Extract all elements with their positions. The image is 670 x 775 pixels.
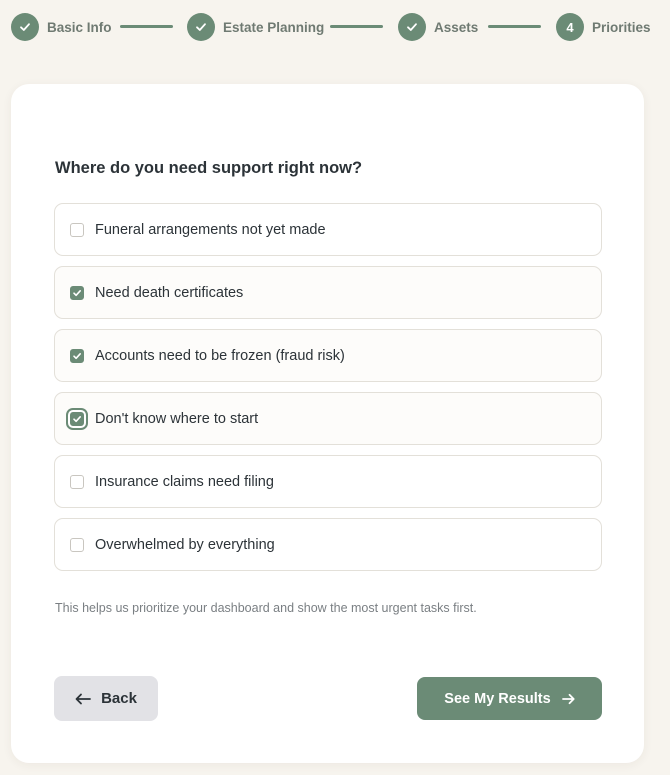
checkbox[interactable] [70,537,84,552]
option-label: Need death certificates [95,284,244,301]
step-basic-info: Basic Info [11,12,112,42]
option-label: Don't know where to start [95,410,259,427]
step-number: 4 [556,13,584,41]
checkbox[interactable] [70,474,84,489]
option-death-certificates[interactable]: Need death certificates [54,266,602,319]
step-connector [120,25,173,28]
options-list: Funeral arrangements not yet made Need d… [54,203,602,581]
step-connector [330,25,383,28]
helper-text: This helps us prioritize your dashboard … [55,601,477,615]
step-label: Basic Info [47,19,112,35]
step-connector [488,25,541,28]
option-label: Insurance claims need filing [95,473,274,490]
back-button-label: Back [101,690,137,707]
checkbox[interactable] [70,348,84,363]
see-my-results-label: See My Results [444,690,551,707]
see-my-results-button[interactable]: See My Results [417,677,602,720]
option-label: Accounts need to be frozen (fraud risk) [95,347,345,364]
step-label: Priorities [592,19,651,35]
option-insurance-claims[interactable]: Insurance claims need filing [54,455,602,508]
step-priorities: 4 Priorities [556,12,651,42]
option-label: Overwhelmed by everything [95,536,275,553]
option-overwhelmed[interactable]: Overwhelmed by everything [54,518,602,571]
step-estate-planning: Estate Planning [187,12,324,42]
step-label: Estate Planning [223,19,325,35]
check-icon [73,352,81,359]
arrow-right-icon [561,693,575,705]
back-button[interactable]: Back [54,676,158,721]
question-title: Where do you need support right now? [55,159,363,177]
step-assets: Assets [398,12,478,42]
check-icon [398,13,426,41]
option-label: Funeral arrangements not yet made [95,221,326,238]
checkbox[interactable] [70,411,84,426]
option-accounts-frozen[interactable]: Accounts need to be frozen (fraud risk) [54,329,602,382]
progress-stepper: Basic Info Estate Planning Assets 4 Prio… [11,12,651,42]
check-icon [73,415,81,422]
step-label: Assets [434,19,479,35]
arrow-left-icon [75,693,91,705]
option-dont-know-where-to-start[interactable]: Don't know where to start [54,392,602,445]
checkbox[interactable] [70,222,84,237]
question-card: Where do you need support right now? Fun… [11,84,644,763]
option-funeral-arrangements[interactable]: Funeral arrangements not yet made [54,203,602,256]
checkbox[interactable] [70,285,84,300]
check-icon [73,289,81,296]
check-icon [11,13,39,41]
check-icon [187,13,215,41]
